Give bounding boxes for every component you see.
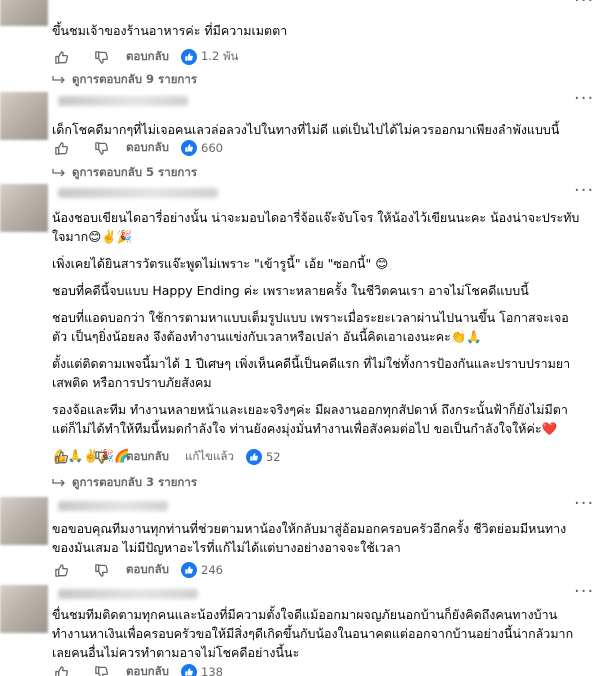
thumb-down-outline-icon: [94, 450, 108, 464]
dislike-button[interactable]: [92, 561, 110, 579]
thumb-down-outline-icon: [94, 665, 108, 676]
comment-text: ขื่นชมทีมติดตามทุกคนและน้องที่มีความตั้ง…: [52, 605, 582, 662]
reaction-count[interactable]: 138: [181, 664, 223, 676]
comment-feed: ··· ขึ้นชมเจ้าของร้านอาหารค่ะ ที่มีความเ…: [0, 0, 600, 676]
more-options-icon[interactable]: ···: [574, 0, 594, 10]
like-button[interactable]: [52, 663, 70, 676]
reply-arrow-icon: [52, 479, 65, 487]
replies-label: ดูการตอบกลับ 5 รายการ: [72, 165, 198, 179]
comment-paragraph: ชอบที่แอดบอกว่า ใช้การตามหาแบบเต็มรูปแบบ…: [52, 310, 569, 344]
comment-paragraph: รองจ้อและทีม ทำงานหลายหน้าและเยอะจริงๆค่…: [52, 402, 568, 436]
comment-text: ขึ้นชมเจ้าของร้านอาหารค่ะ ที่มีความเมตตา: [52, 21, 582, 40]
avatar[interactable]: [0, 497, 48, 545]
comment-actions: ตอบกลับ 246: [52, 560, 452, 580]
view-replies-link[interactable]: ดูการตอบกลับ 3 รายการ: [52, 474, 197, 492]
thumb-down-outline-icon: [94, 563, 108, 577]
thumb-up-outline-icon: [54, 141, 68, 155]
comment-paragraph: ขื่นชมทีมติดตามทุกคนและน้องที่มีความตั้ง…: [52, 607, 574, 660]
thumb-up-outline-icon: [54, 50, 68, 64]
like-count: 246: [201, 563, 223, 577]
comment-actions: ตอบกลับ 660: [52, 138, 452, 158]
more-options-icon[interactable]: ···: [574, 495, 594, 513]
comment-paragraph: ขอขอบคุณทีมงานทุกท่านที่ช่วยตามหาน้องให้…: [52, 521, 567, 555]
comment-paragraph: ตั้งแต่ติดตามเพจนี้มาได้ 1 ปีเศษๆ เพิ่งเ…: [52, 356, 571, 390]
reply-button[interactable]: ตอบกลับ: [126, 448, 169, 466]
view-replies-link[interactable]: ดูการตอบกลับ 9 รายการ: [52, 71, 197, 89]
thumb-down-outline-icon: [94, 50, 108, 64]
author-name-blurred[interactable]: [58, 96, 188, 106]
reply-button[interactable]: ตอบกลับ: [126, 139, 169, 157]
reply-button[interactable]: ตอบกลับ: [126, 663, 169, 676]
replies-label: ดูการตอบกลับ 3 รายการ: [72, 475, 198, 489]
comment-text: เด็กโชคดีมากๆที่ไม่เจอคนเลวล่อลวงไปในทาง…: [52, 120, 582, 139]
comment-text: น้องชอบเขียนไดอารี่อย่างนั้น น่าจะมอบไดอ…: [52, 208, 582, 465]
comment-paragraph: น้องชอบเขียนไดอารี่อย่างนั้น น่าจะมอบไดอ…: [52, 210, 580, 244]
reaction-count[interactable]: 1.2 พัน: [181, 48, 238, 66]
comment-actions: ตอบกลับ 1.2 พัน: [52, 47, 452, 67]
like-count: 660: [201, 141, 223, 155]
like-button[interactable]: [52, 561, 70, 579]
avatar[interactable]: [0, 92, 48, 140]
comment-text: ขอขอบคุณทีมงานทุกท่านที่ช่วยตามหาน้องให้…: [52, 519, 582, 557]
thumb-up-outline-icon: [54, 563, 68, 577]
thumb-up-outline-icon: [54, 450, 68, 464]
edited-label: แก้ไขแล้ว: [185, 449, 234, 463]
like-reaction-icon: [181, 49, 197, 65]
like-count: 52: [265, 450, 281, 464]
comment-paragraph: เพิ่งเคยได้ยินสารวัตรแจ๊ะพูดไม่เพราะ "เข…: [52, 256, 389, 271]
like-reaction-icon: [245, 449, 262, 465]
reaction-count[interactable]: 52: [245, 449, 281, 465]
reaction-count[interactable]: 246: [181, 562, 223, 578]
view-replies-link[interactable]: ดูการตอบกลับ 5 รายการ: [52, 164, 197, 182]
dislike-button[interactable]: [92, 448, 110, 466]
thumb-down-outline-icon: [94, 141, 108, 155]
comment-actions: ตอบกลับ แก้ไขแล้ว 52: [52, 447, 452, 467]
dislike-button[interactable]: [92, 663, 110, 676]
dislike-button[interactable]: [92, 139, 110, 157]
like-count: 138: [201, 665, 223, 676]
avatar[interactable]: [0, 0, 48, 26]
comment-paragraph: เด็กโชคดีมากๆที่ไม่เจอคนเลวล่อลวงไปในทาง…: [52, 122, 560, 137]
author-name-blurred[interactable]: [58, 188, 218, 198]
more-options-icon[interactable]: ···: [574, 90, 594, 108]
avatar[interactable]: [0, 585, 48, 633]
author-name-blurred[interactable]: [58, 589, 198, 599]
reply-button[interactable]: ตอบกลับ: [126, 561, 169, 579]
replies-label: ดูการตอบกลับ 9 รายการ: [72, 72, 198, 86]
like-reaction-icon: [181, 664, 197, 676]
like-reaction-icon: [181, 140, 197, 156]
like-reaction-icon: [181, 562, 197, 578]
like-button[interactable]: [52, 48, 70, 66]
avatar[interactable]: [0, 184, 48, 232]
thumb-up-outline-icon: [54, 665, 68, 676]
like-button[interactable]: [52, 448, 70, 466]
like-count: 1.2 พัน: [201, 49, 239, 63]
like-button[interactable]: [52, 139, 70, 157]
comment-paragraph: ชอบที่คดีนี้จบแบบ Happy Ending ค่ะ เพราะ…: [52, 283, 529, 298]
reply-arrow-icon: [52, 169, 65, 177]
dislike-button[interactable]: [92, 48, 110, 66]
comment-paragraph: ขึ้นชมเจ้าของร้านอาหารค่ะ ที่มีความเมตตา: [52, 23, 288, 38]
more-options-icon[interactable]: ···: [574, 583, 594, 601]
reply-button[interactable]: ตอบกลับ: [126, 48, 169, 66]
reply-arrow-icon: [52, 76, 65, 84]
reaction-count[interactable]: 660: [181, 140, 223, 156]
author-name-blurred[interactable]: [58, 501, 168, 511]
more-options-icon[interactable]: ···: [574, 182, 594, 200]
comment-actions: ตอบกลับ 138: [52, 662, 452, 676]
